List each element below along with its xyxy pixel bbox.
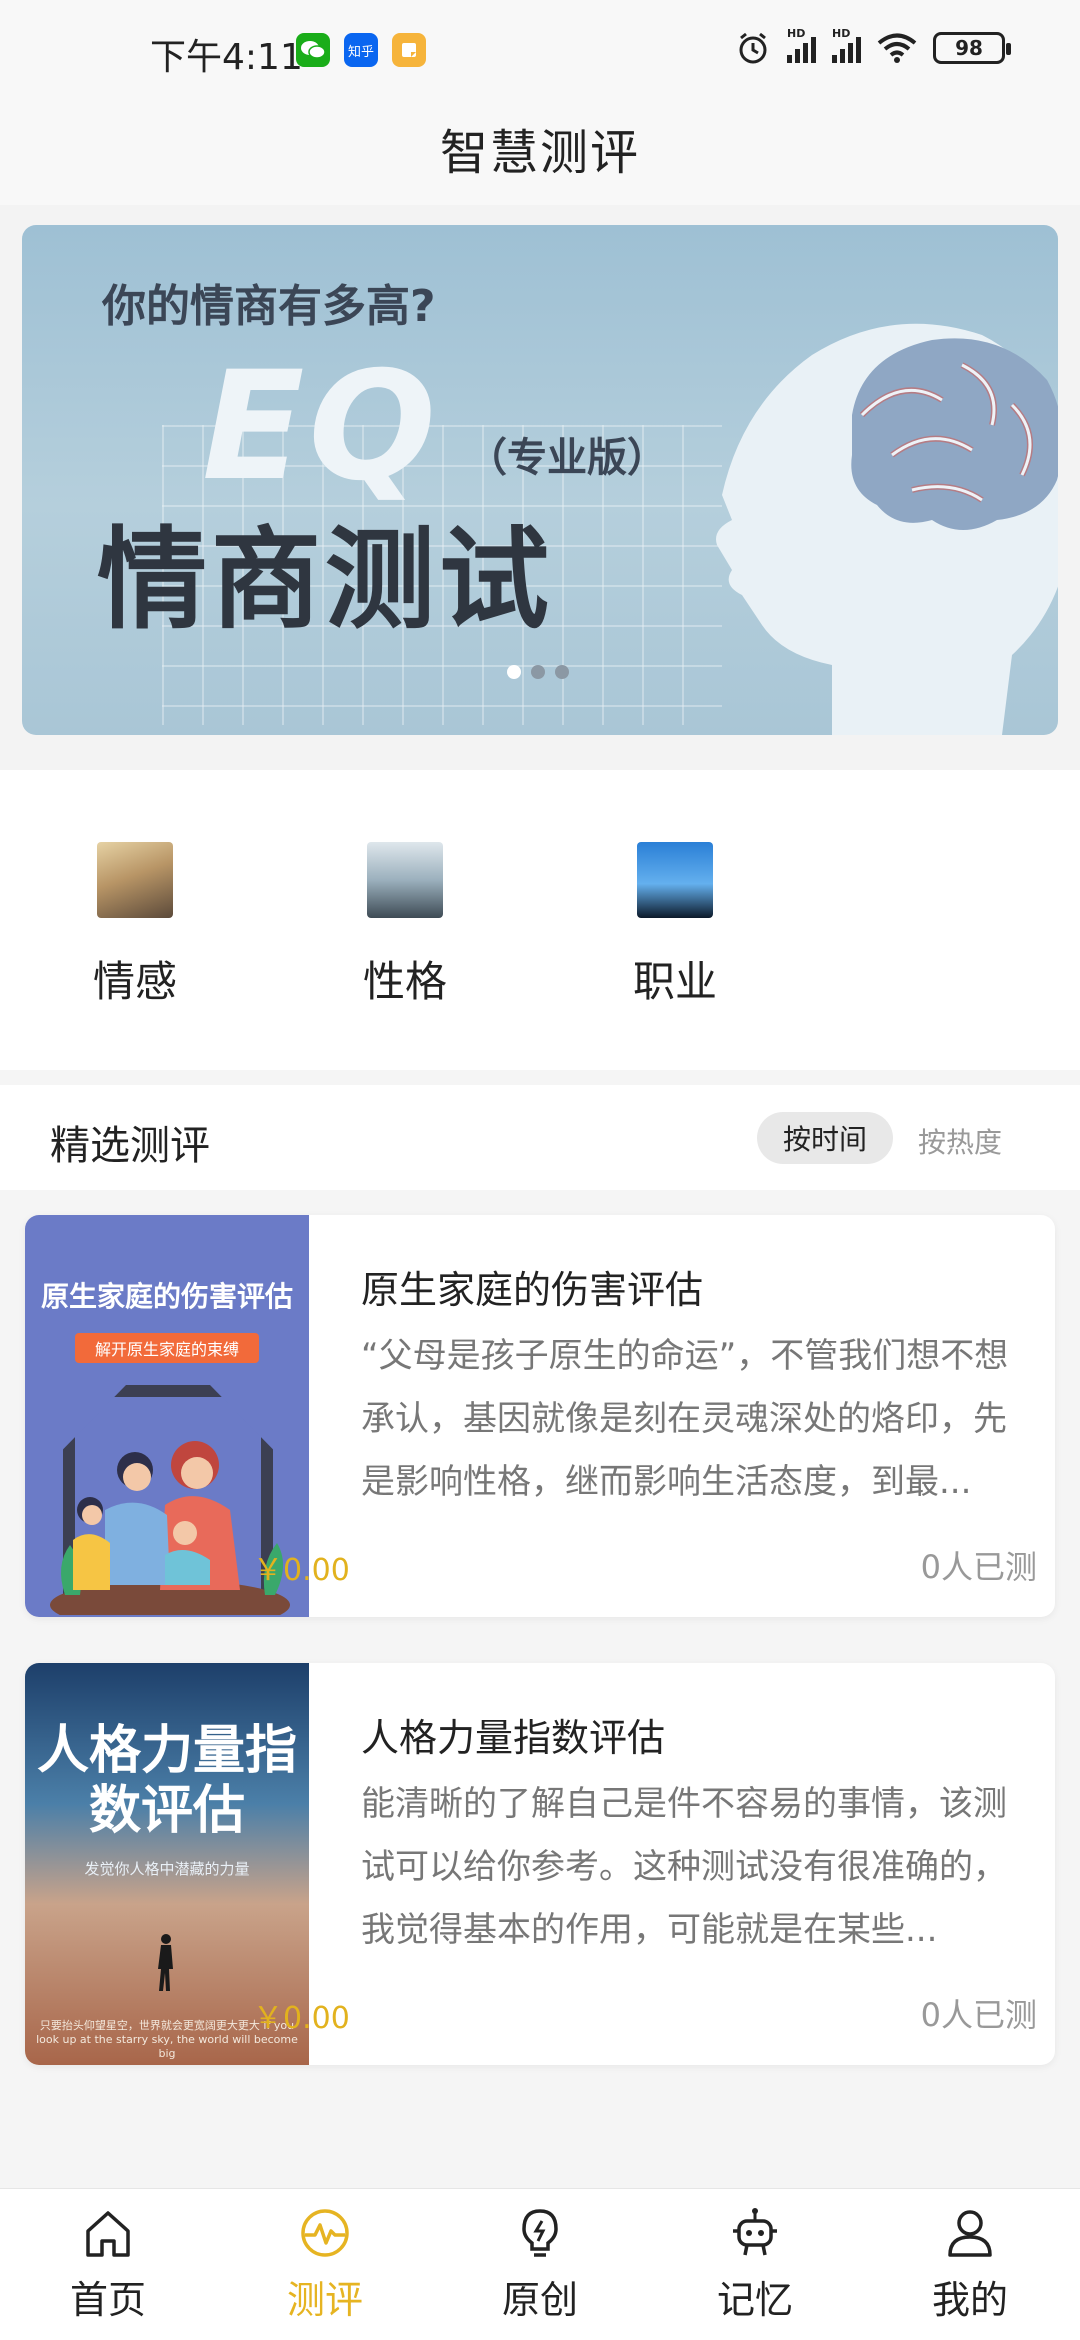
- head-brain-illustration: [716, 323, 1058, 735]
- status-bar: 下午4:11 知乎 HD HD 98: [0, 0, 1080, 105]
- banner-title: 情商测试: [97, 516, 553, 644]
- cover-subtitle: 发觉你人格中潜藏的力量: [84, 1860, 250, 1878]
- nav-home[interactable]: 首页: [18, 2203, 198, 2324]
- featured-section-header: 精选测评 按时间 按热度: [0, 1085, 1080, 1190]
- wifi-icon: [877, 33, 917, 63]
- card-title: 人格力量指数评估: [361, 1716, 666, 1760]
- banner-eq: EQ: [202, 340, 440, 514]
- card-participant-count: 0人已测: [920, 1548, 1037, 1586]
- banner-question: 你的情商有多高?: [102, 281, 436, 332]
- assessment-card[interactable]: 原生家庭的伤害评估 解开原生家庭的束缚 原生家庭的伤害评估 “父母是孩子原生的命…: [25, 1215, 1055, 1617]
- user-icon: [948, 2210, 992, 2257]
- card-description-text: “父母是孩子原生的命运”，不管我们想不想承认，基因就像是刻在灵魂深处的烙印，先是…: [361, 1336, 1009, 1502]
- assessment-card[interactable]: 人格力量指数评估 发觉你人格中潜藏的力量 只要抬头仰望星空，世界就会更宽阔更大更…: [25, 1663, 1055, 2065]
- banner-edition: （专业版）: [467, 435, 667, 481]
- category-label: 性格: [362, 957, 447, 1006]
- lightbulb-icon: [522, 2209, 558, 2257]
- emotion-image: [97, 842, 173, 918]
- category-emotion[interactable]: 情感: [65, 842, 205, 1009]
- cover-title: 人格力量指数评估: [36, 1721, 297, 1841]
- cover-subtitle: 解开原生家庭的束缚: [75, 1333, 259, 1363]
- bottom-navigation: 首页 测评 原创 记忆 我的: [0, 2188, 1080, 2340]
- pulse-icon: [301, 2209, 349, 2257]
- card-description: 能清晰的了解自己是件不容易的事情，该测试可以给你参考。这种测试没有很准确的，我觉…: [361, 1773, 1031, 1963]
- alarm-icon: [739, 32, 767, 64]
- signal-icon: HD: [787, 27, 816, 63]
- card-price: ￥0.00: [253, 2001, 350, 2036]
- robot-icon: [733, 2208, 777, 2256]
- zhihu-icon: 知乎: [344, 33, 378, 67]
- card-participant-count: 0人已测: [920, 1996, 1037, 2034]
- section-title: 精选测评: [50, 1123, 210, 1169]
- category-grid: 情感 性格 职业: [0, 770, 1080, 1070]
- nav-me[interactable]: 我的: [880, 2203, 1060, 2324]
- career-image: [637, 842, 713, 918]
- card-description-text: 能清晰的了解自己是件不容易的事情，该测试可以给你参考。这种测试没有很准确的，我觉…: [361, 1784, 1007, 1950]
- wechat-icon: [296, 33, 330, 67]
- notes-icon: [392, 33, 426, 67]
- cover-title: 原生家庭的伤害评估: [40, 1280, 293, 1313]
- page-title: 智慧测评: [439, 125, 640, 181]
- nav-label: 记忆: [716, 2278, 793, 2322]
- sort-by-popularity-button[interactable]: 按热度: [918, 1121, 1002, 1161]
- card-title: 原生家庭的伤害评估: [361, 1268, 704, 1312]
- battery-indicator: 98: [933, 32, 1011, 64]
- nav-label: 测评: [286, 2278, 363, 2322]
- carousel-dot[interactable]: [507, 665, 521, 679]
- nav-evaluation[interactable]: 测评: [235, 2203, 415, 2324]
- sort-by-time-button[interactable]: 按时间: [757, 1112, 893, 1164]
- status-app-icons: 知乎: [296, 33, 426, 67]
- status-indicators: HD HD 98: [735, 27, 1011, 66]
- walker-silhouette: [158, 1934, 173, 1991]
- home-icon: [86, 2211, 130, 2257]
- nav-original[interactable]: 原创: [450, 2203, 630, 2324]
- carousel-dot[interactable]: [555, 665, 569, 679]
- nav-label: 首页: [69, 2278, 146, 2322]
- category-label: 情感: [92, 957, 177, 1006]
- carousel-dots: [507, 665, 569, 679]
- nav-memory[interactable]: 记忆: [665, 2203, 845, 2324]
- card-price: ￥0.00: [253, 1553, 350, 1588]
- header: 智慧测评: [0, 105, 1080, 205]
- category-label: 职业: [632, 957, 717, 1006]
- carousel-dot[interactable]: [531, 665, 545, 679]
- category-career[interactable]: 职业: [605, 842, 745, 1009]
- card-description: “父母是孩子原生的命运”，不管我们想不想承认，基因就像是刻在灵魂深处的烙印，先是…: [361, 1325, 1031, 1515]
- banner-section: 你的情商有多高? EQ （专业版） 情商测试: [0, 205, 1080, 770]
- category-personality[interactable]: 性格: [335, 842, 475, 1009]
- signal-icon-2: HD: [832, 27, 861, 63]
- personality-image: [367, 842, 443, 918]
- nav-label: 原创: [501, 2278, 578, 2322]
- banner-carousel[interactable]: 你的情商有多高? EQ （专业版） 情商测试: [22, 225, 1058, 735]
- status-time: 下午4:11: [150, 37, 303, 78]
- nav-label: 我的: [931, 2278, 1008, 2322]
